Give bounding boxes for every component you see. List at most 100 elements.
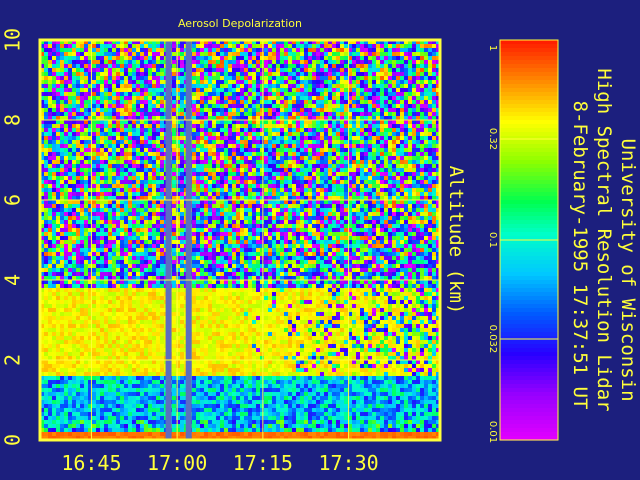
heatmap-cell xyxy=(108,268,112,272)
heatmap-cell xyxy=(116,260,120,264)
heatmap-cell xyxy=(136,92,140,96)
heatmap-cell xyxy=(112,148,116,152)
heatmap-cell xyxy=(112,120,116,124)
heatmap-cell xyxy=(120,256,124,260)
heatmap-cell xyxy=(172,180,176,184)
heatmap-cell xyxy=(176,220,180,224)
heatmap-cell xyxy=(128,252,132,256)
heatmap-cell xyxy=(212,152,216,156)
heatmap-cell xyxy=(120,240,124,244)
heatmap-cell xyxy=(220,356,224,360)
heatmap-cell xyxy=(156,132,160,136)
heatmap-cell xyxy=(60,356,64,360)
heatmap-cell xyxy=(136,244,140,248)
heatmap-cell xyxy=(60,300,64,304)
heatmap-cell xyxy=(48,128,52,132)
heatmap-cell xyxy=(212,336,216,340)
heatmap-cell xyxy=(224,408,228,412)
heatmap-cell xyxy=(116,384,120,388)
heatmap-cell xyxy=(156,300,160,304)
heatmap-cell xyxy=(96,104,100,108)
heatmap-cell xyxy=(228,92,232,96)
heatmap-cell xyxy=(200,348,204,352)
heatmap-cell xyxy=(236,396,240,400)
heatmap-cell xyxy=(224,96,228,100)
heatmap-cell xyxy=(232,80,236,84)
heatmap-cell xyxy=(124,212,128,216)
heatmap-cell xyxy=(204,376,208,380)
heatmap-cell xyxy=(236,416,240,420)
heatmap-cell xyxy=(140,300,144,304)
heatmap-cell xyxy=(92,428,96,432)
heatmap-cell xyxy=(108,228,112,232)
heatmap-cell xyxy=(200,104,204,108)
heatmap-cell xyxy=(208,128,212,132)
heatmap-cell xyxy=(204,408,208,412)
heatmap-cell xyxy=(192,280,196,284)
heatmap-cell xyxy=(160,104,164,108)
heatmap-cell xyxy=(200,416,204,420)
heatmap-cell xyxy=(160,360,164,364)
heatmap-cell xyxy=(76,140,80,144)
heatmap-cell xyxy=(76,88,80,92)
heatmap-cell xyxy=(72,316,76,320)
heatmap-cell xyxy=(140,116,144,120)
heatmap-cell xyxy=(128,320,132,324)
heatmap-cell xyxy=(224,224,228,228)
heatmap-cell xyxy=(196,232,200,236)
heatmap-cell xyxy=(128,408,132,412)
heatmap-cell xyxy=(44,204,48,208)
heatmap-cell xyxy=(140,408,144,412)
heatmap-cell xyxy=(204,164,208,168)
heatmap-cell xyxy=(160,368,164,372)
heatmap-cell xyxy=(232,144,236,148)
heatmap-cell xyxy=(56,372,60,376)
heatmap-cell xyxy=(52,348,56,352)
heatmap-cell xyxy=(232,92,236,96)
heatmap-cell xyxy=(124,156,128,160)
heatmap-cell xyxy=(64,128,68,132)
heatmap-cell xyxy=(204,180,208,184)
heatmap-cell xyxy=(116,304,120,308)
heatmap-cell xyxy=(52,104,56,108)
heatmap-cell xyxy=(76,124,80,128)
heatmap-cell xyxy=(44,428,48,432)
heatmap-cell xyxy=(192,236,196,240)
heatmap-cell xyxy=(68,212,72,216)
heatmap-cell xyxy=(108,296,112,300)
heatmap-cell xyxy=(200,404,204,408)
heatmap-cell xyxy=(156,256,160,260)
heatmap-cell xyxy=(72,372,76,376)
heatmap-cell xyxy=(180,400,184,404)
heatmap-cell xyxy=(136,120,140,124)
heatmap-cell xyxy=(84,300,88,304)
heatmap-cell xyxy=(56,324,60,328)
heatmap-cell xyxy=(208,424,212,428)
heatmap-cell xyxy=(120,204,124,208)
heatmap-cell xyxy=(236,204,240,208)
heatmap-cell xyxy=(108,284,112,288)
heatmap-cell xyxy=(152,44,156,48)
heatmap-cell xyxy=(148,180,152,184)
heatmap-cell xyxy=(216,376,220,380)
heatmap-cell xyxy=(196,208,200,212)
heatmap-cell xyxy=(96,184,100,188)
heatmap-cell xyxy=(232,164,236,168)
heatmap-cell xyxy=(72,344,76,348)
heatmap-cell xyxy=(104,324,108,328)
heatmap-cell xyxy=(144,280,148,284)
heatmap-cell xyxy=(124,372,128,376)
heatmap-cell xyxy=(192,88,196,92)
heatmap-cell xyxy=(220,112,224,116)
heatmap-cell xyxy=(104,144,108,148)
heatmap-cell xyxy=(144,168,148,172)
heatmap-cell xyxy=(120,200,124,204)
heatmap-cell xyxy=(192,396,196,400)
heatmap-cell xyxy=(48,136,52,140)
heatmap-cell xyxy=(116,248,120,252)
heatmap-cell xyxy=(132,216,136,220)
heatmap-cell xyxy=(176,228,180,232)
heatmap-cell xyxy=(220,388,224,392)
heatmap-cell xyxy=(224,192,228,196)
heatmap-cell xyxy=(104,368,108,372)
